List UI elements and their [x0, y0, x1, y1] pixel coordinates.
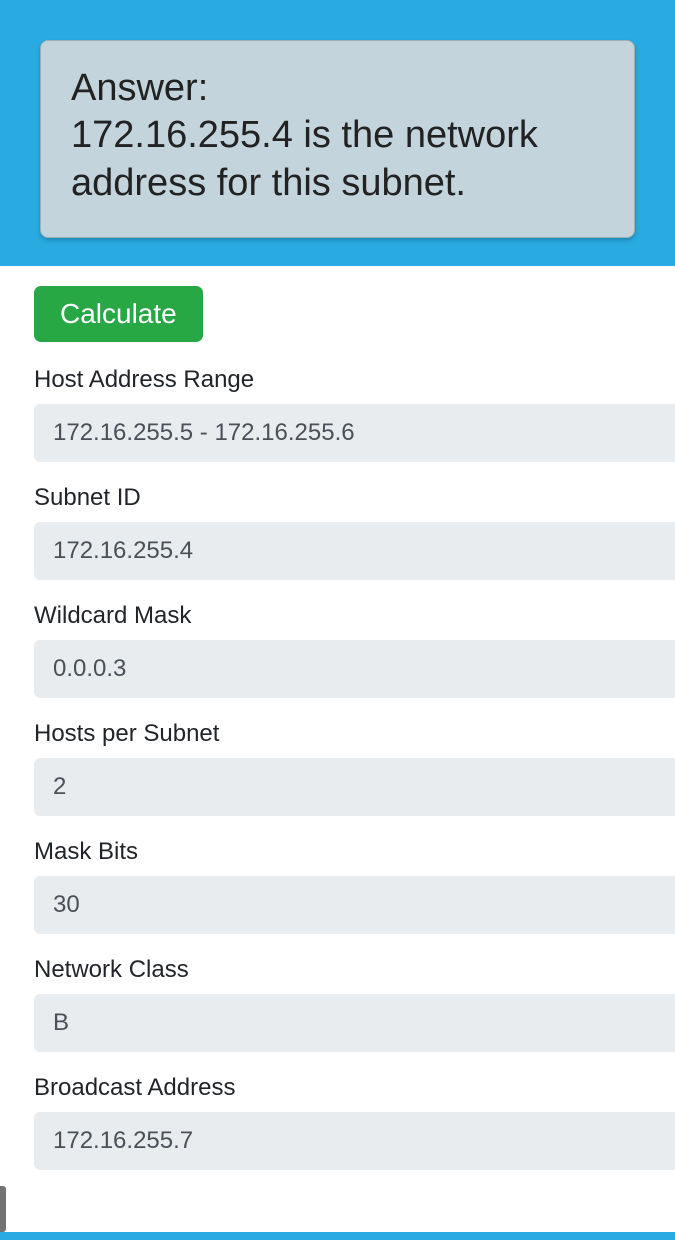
value-hosts-per-subnet: 2 [34, 758, 675, 816]
label-host-address-range: Host Address Range [34, 366, 641, 394]
field-network-class: Network Class B [34, 956, 641, 1052]
label-wildcard-mask: Wildcard Mask [34, 602, 641, 630]
calculate-button[interactable]: Calculate [34, 286, 203, 342]
value-subnet-id: 172.16.255.4 [34, 522, 675, 580]
label-broadcast-address: Broadcast Address [34, 1074, 641, 1102]
field-host-address-range: Host Address Range 172.16.255.5 - 172.16… [34, 366, 641, 462]
value-broadcast-address: 172.16.255.7 [34, 1112, 675, 1170]
left-edge-decoration [0, 1186, 6, 1232]
value-wildcard-mask: 0.0.0.3 [34, 640, 675, 698]
field-hosts-per-subnet: Hosts per Subnet 2 [34, 720, 641, 816]
field-subnet-id: Subnet ID 172.16.255.4 [34, 484, 641, 580]
answer-card: Answer: 172.16.255.4 is the network addr… [40, 40, 635, 238]
label-mask-bits: Mask Bits [34, 838, 641, 866]
field-mask-bits: Mask Bits 30 [34, 838, 641, 934]
label-subnet-id: Subnet ID [34, 484, 641, 512]
value-host-address-range: 172.16.255.5 - 172.16.255.6 [34, 404, 675, 462]
answer-text: 172.16.255.4 is the network address for … [71, 112, 604, 207]
value-mask-bits: 30 [34, 876, 675, 934]
value-network-class: B [34, 994, 675, 1052]
answer-title: Answer: [71, 67, 604, 110]
field-wildcard-mask: Wildcard Mask 0.0.0.3 [34, 602, 641, 698]
label-hosts-per-subnet: Hosts per Subnet [34, 720, 641, 748]
form-panel: Calculate Host Address Range 172.16.255.… [0, 266, 675, 1232]
label-network-class: Network Class [34, 956, 641, 984]
field-broadcast-address: Broadcast Address 172.16.255.7 [34, 1074, 641, 1170]
